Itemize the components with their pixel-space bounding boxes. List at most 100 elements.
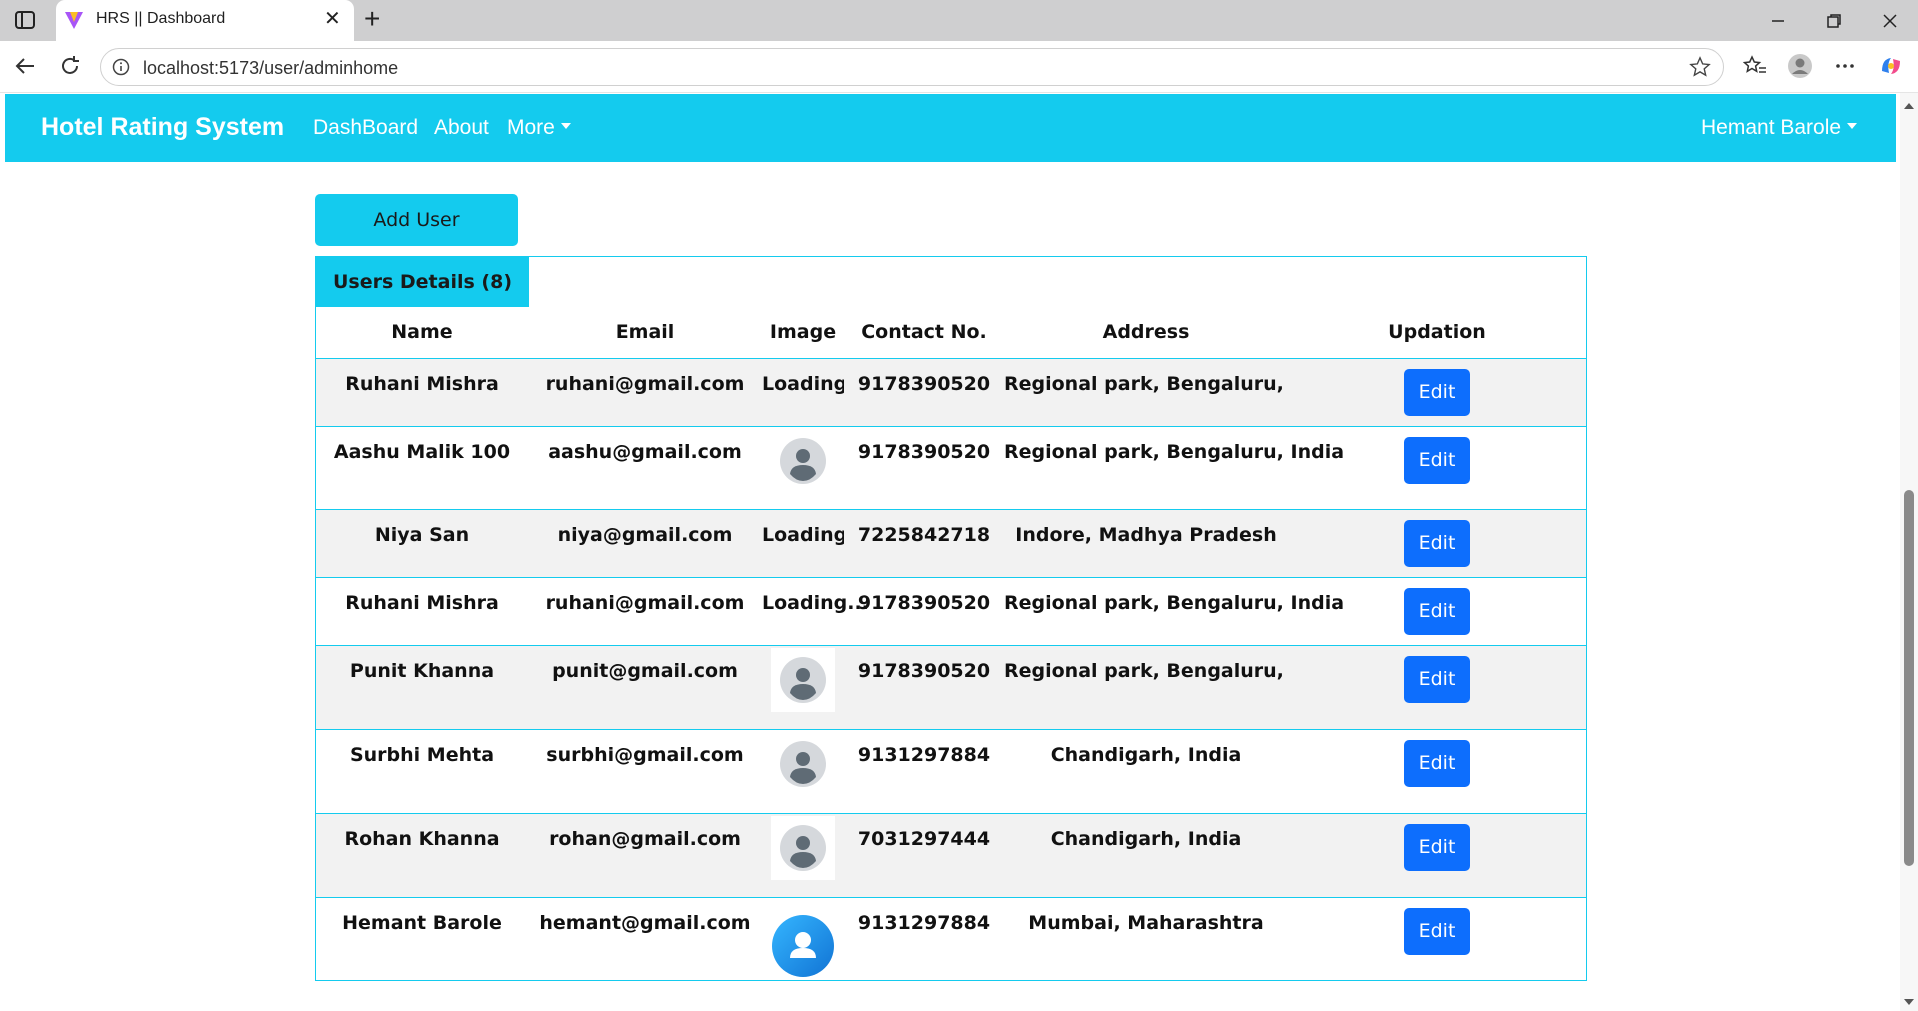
add-user-button[interactable]: Add User bbox=[315, 194, 518, 246]
user-email-cell: ruhani@gmail.com bbox=[528, 577, 762, 646]
user-contact-cell: 7031297444 bbox=[844, 813, 1004, 898]
user-address-cell: Mumbai, Maharashtra bbox=[1028, 911, 1264, 934]
user-email-cell: rohan@gmail.com bbox=[528, 813, 762, 898]
nav-dropdown-more[interactable]: More bbox=[507, 116, 571, 140]
page-scrollbar[interactable] bbox=[1900, 93, 1918, 1011]
user-email-cell: aashu@gmail.com bbox=[528, 426, 762, 510]
site-info-icon[interactable] bbox=[112, 58, 130, 76]
user-name-cell: Niya San bbox=[316, 509, 528, 578]
user-contact-cell: 7225842718 bbox=[844, 509, 1004, 578]
user-image-cell: Loading... bbox=[762, 509, 869, 578]
column-header: Image bbox=[762, 307, 844, 359]
column-header: Address bbox=[1004, 307, 1288, 359]
nav-more-label: More bbox=[507, 116, 555, 139]
sidebar-toggle-icon[interactable] bbox=[14, 10, 36, 30]
table-row: Niya San niya@gmail.com Loading... 72258427… bbox=[316, 509, 1586, 578]
edit-user-button[interactable]: Edit bbox=[1404, 739, 1470, 787]
user-address-cell: Regional park, Bengaluru, India bbox=[1004, 577, 1344, 646]
restore-icon[interactable] bbox=[1806, 0, 1862, 41]
brand-logo[interactable]: Hotel Rating System bbox=[41, 113, 284, 142]
user-email-cell: ruhani@gmail.com bbox=[528, 358, 762, 427]
edit-user-button[interactable]: Edit bbox=[1404, 907, 1470, 955]
user-image-cell bbox=[762, 645, 844, 730]
user-menu-dropdown[interactable]: Hemant Barole bbox=[1701, 116, 1858, 140]
page-viewport: Hotel Rating System DashBoard About More… bbox=[0, 93, 1918, 1011]
user-avatar-placeholder-icon bbox=[771, 647, 835, 712]
user-email-cell: niya@gmail.com bbox=[528, 509, 762, 578]
user-name-cell: Rohan Khanna bbox=[316, 813, 528, 898]
updation-cell: Edit bbox=[1288, 426, 1586, 510]
edit-user-button[interactable]: Edit bbox=[1404, 823, 1470, 871]
user-avatar-blue-icon bbox=[771, 914, 835, 978]
user-contact-cell: 9178390520 bbox=[844, 577, 1004, 646]
user-image-cell bbox=[762, 897, 844, 983]
minimize-icon[interactable] bbox=[1750, 0, 1806, 41]
table-row: Aashu Malik 100 aashu@gmail.com 9178390520… bbox=[316, 426, 1586, 510]
table-row: Ruhani Mishra ruhani@gmail.com Loading... 9… bbox=[316, 577, 1586, 646]
scroll-up-icon[interactable] bbox=[1904, 103, 1914, 109]
address-bar[interactable]: localhost:5173/user/adminhome bbox=[100, 48, 1724, 86]
column-header: Contact No. bbox=[844, 307, 1004, 359]
user-address-cell: Indore, Madhya Pradesh bbox=[1004, 509, 1288, 578]
updation-cell: Edit bbox=[1288, 358, 1586, 427]
user-image-cell: Loading... bbox=[762, 358, 869, 427]
updation-cell: Edit bbox=[1288, 645, 1586, 730]
scrollbar-thumb[interactable] bbox=[1904, 490, 1914, 866]
user-image-cell: Loading... bbox=[762, 577, 869, 646]
updation-cell: Edit bbox=[1288, 577, 1586, 646]
user-contact-cell: 9178390520 bbox=[844, 645, 1004, 730]
profile-icon[interactable] bbox=[1785, 51, 1815, 81]
edit-user-button[interactable]: Edit bbox=[1404, 655, 1470, 703]
user-contact-cell: 9131297884 bbox=[857, 911, 991, 934]
edit-user-button[interactable]: Edit bbox=[1404, 587, 1470, 635]
column-header: Email bbox=[528, 307, 762, 359]
browser-toolbar: localhost:5173/user/adminhome bbox=[0, 41, 1918, 93]
table-row: Rohan Khanna rohan@gmail.com 7031297444 Cha… bbox=[316, 813, 1586, 898]
user-name-cell: Surbhi Mehta bbox=[316, 729, 528, 814]
user-avatar-placeholder-icon bbox=[771, 732, 835, 796]
edit-user-button[interactable]: Edit bbox=[1404, 436, 1470, 484]
column-header: Updation bbox=[1288, 307, 1586, 359]
user-email-cell: hemant@gmail.com bbox=[539, 911, 751, 934]
user-email-cell: punit@gmail.com bbox=[528, 645, 762, 730]
caret-down-icon bbox=[560, 123, 571, 130]
user-contact-cell: 9178390520 bbox=[844, 358, 1004, 427]
user-avatar-placeholder-icon bbox=[771, 815, 835, 880]
reload-icon[interactable] bbox=[55, 51, 85, 81]
table-row: Surbhi Mehta surbhi@gmail.com 9131297884 Ch… bbox=[316, 729, 1586, 814]
scroll-down-icon[interactable] bbox=[1904, 999, 1914, 1005]
table-row: Ruhani Mishra ruhani@gmail.com Loading... 9… bbox=[316, 358, 1586, 427]
table-row: Hemant Barole hemant@gmail.com 9131297884 M… bbox=[316, 897, 1586, 983]
favorites-icon[interactable] bbox=[1740, 51, 1770, 81]
favorite-star-icon[interactable] bbox=[1689, 56, 1711, 78]
users-card: Users Details (8) Name Email Image Contact … bbox=[315, 256, 1587, 981]
more-options-icon[interactable] bbox=[1830, 51, 1860, 81]
updation-cell: Edit bbox=[1288, 509, 1586, 578]
user-name-cell: Ruhani Mishra bbox=[316, 577, 528, 646]
table-header-row: Name Email Image Contact No. Address Updation bbox=[316, 307, 1586, 359]
close-window-icon[interactable] bbox=[1862, 0, 1918, 41]
vite-favicon-icon bbox=[64, 10, 84, 30]
close-tab-icon[interactable]: ✕ bbox=[324, 8, 341, 30]
table-row: Punit Khanna punit@gmail.com 9178390520 Reg… bbox=[316, 645, 1586, 730]
back-icon[interactable] bbox=[10, 51, 40, 81]
caret-down-icon bbox=[1847, 123, 1858, 130]
tab-title: HRS || Dashboard bbox=[96, 10, 226, 27]
user-name-cell: Hemant Barole bbox=[342, 911, 502, 934]
user-name: Hemant Barole bbox=[1701, 116, 1842, 139]
new-tab-icon[interactable]: + bbox=[364, 4, 380, 34]
edit-user-button[interactable]: Edit bbox=[1404, 368, 1470, 416]
user-name-cell: Aashu Malik 100 bbox=[316, 426, 528, 510]
top-navbar: Hotel Rating System DashBoard About More… bbox=[5, 94, 1896, 162]
user-email-cell: surbhi@gmail.com bbox=[528, 729, 762, 814]
users-card-title: Users Details (8) bbox=[316, 257, 529, 307]
copilot-icon[interactable] bbox=[1876, 51, 1906, 81]
column-header: Name bbox=[316, 307, 528, 359]
user-address-cell: Chandigarh, India bbox=[1004, 813, 1288, 898]
nav-link-dashboard[interactable]: DashBoard bbox=[313, 116, 418, 140]
user-image-cell bbox=[762, 426, 844, 510]
nav-link-about[interactable]: About bbox=[434, 116, 489, 140]
user-address-cell: Chandigarh, India bbox=[1004, 729, 1288, 814]
edit-user-button[interactable]: Edit bbox=[1404, 519, 1470, 567]
user-address-cell: Regional park, Bengaluru, India bbox=[1004, 645, 1344, 730]
